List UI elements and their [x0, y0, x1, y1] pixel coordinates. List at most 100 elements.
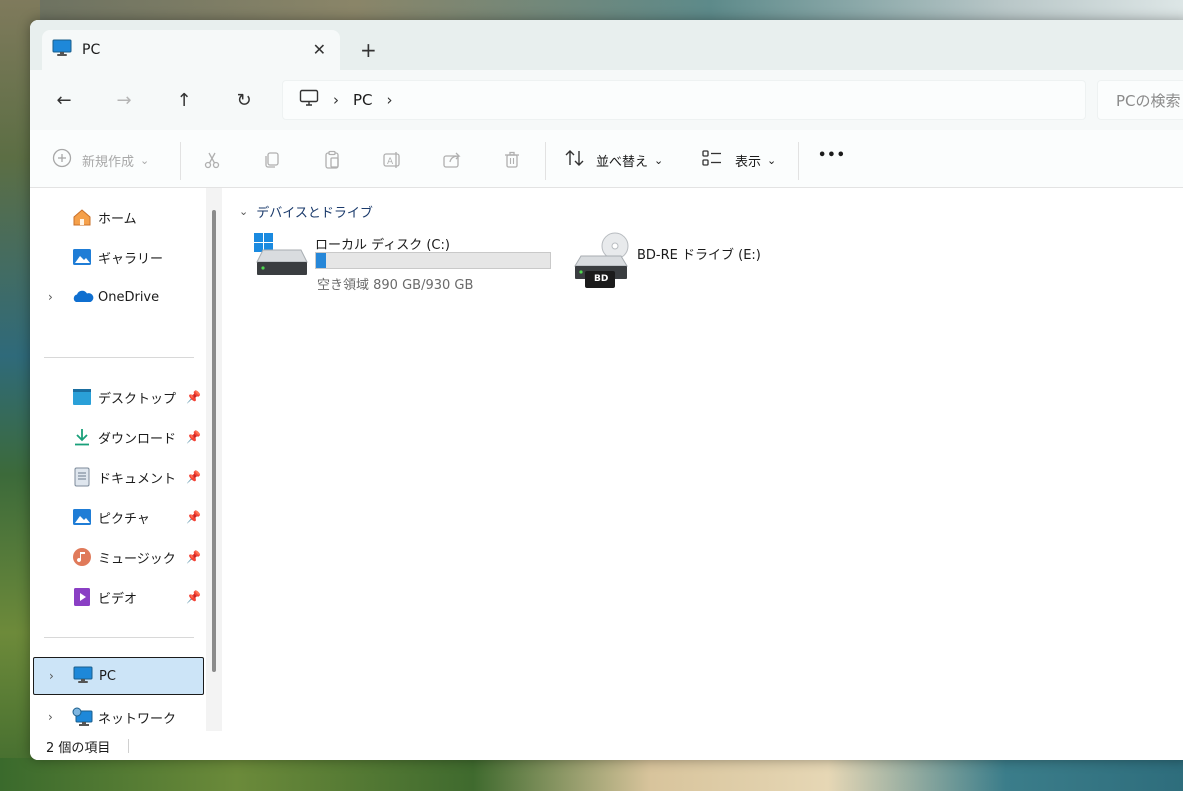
sidebar-item-label: OneDrive — [98, 289, 160, 305]
sidebar-item-label: ピクチャ — [98, 511, 150, 527]
file-explorer-window: PC ✕ + ← → ↑ ↻ › PC › PCの検索 新規作成 ⌄ A 並べ替… — [30, 20, 1183, 760]
toolbar-divider — [545, 142, 546, 180]
sidebar-item-label: PC — [99, 668, 116, 684]
svg-text:A: A — [387, 157, 394, 167]
pin-icon[interactable]: 📌 — [186, 390, 201, 404]
refresh-button[interactable]: ↻ — [232, 88, 256, 112]
paste-icon[interactable] — [321, 149, 343, 171]
view-button[interactable]: 表示 ⌄ — [701, 148, 776, 172]
sidebar-divider — [44, 357, 194, 358]
sidebar-divider — [44, 637, 194, 638]
chevron-down-icon: ⌄ — [767, 153, 777, 167]
sidebar-item-pc[interactable]: › PC — [33, 657, 204, 695]
drive-item-e[interactable]: BD BD-RE ドライブ (E:) — [571, 232, 821, 296]
pin-icon[interactable]: 📌 — [186, 590, 201, 604]
status-divider — [128, 739, 129, 753]
bd-drive-icon — [571, 232, 633, 296]
pin-icon[interactable]: 📌 — [186, 510, 201, 524]
sidebar-scroll-thumb[interactable] — [212, 210, 216, 672]
pin-icon[interactable]: 📌 — [186, 430, 201, 444]
breadcrumb-separator[interactable]: › — [387, 91, 393, 109]
sidebar-item-music[interactable]: ミュージック 📌 — [30, 540, 204, 574]
section-header-devices[interactable]: ⌄ デバイスとドライブ — [239, 202, 373, 221]
sidebar-item-gallery[interactable]: ギャラリー — [30, 240, 204, 274]
monitor-icon[interactable] — [299, 89, 319, 111]
local-disk-icon — [253, 232, 311, 286]
sort-label: 並べ替え — [596, 154, 649, 170]
toolbar-divider — [180, 142, 181, 180]
home-icon — [72, 207, 92, 227]
rename-icon[interactable]: A — [381, 149, 403, 171]
chevron-right-icon[interactable]: › — [48, 290, 53, 304]
chevron-right-icon[interactable]: › — [48, 710, 53, 724]
command-bar: 新規作成 ⌄ A 並べ替え ⌄ 表示 ⌄ ••• — [30, 130, 1183, 188]
drive-name: BD-RE ドライブ (E:) — [637, 248, 761, 263]
chevron-down-icon: ⌄ — [654, 153, 664, 167]
toolbar-divider — [798, 142, 799, 180]
sidebar-item-label: ドキュメント — [98, 471, 177, 487]
documents-icon — [72, 467, 92, 487]
sidebar-item-desktop[interactable]: デスクトップ 📌 — [30, 380, 204, 414]
pin-icon[interactable]: 📌 — [186, 550, 201, 564]
drive-name: ローカル ディスク (C:) — [315, 238, 450, 253]
sidebar-item-label: ネットワーク — [98, 711, 177, 727]
desktop-icon — [72, 387, 92, 407]
drive-free-space: 空き領域 890 GB/930 GB — [317, 278, 474, 293]
new-button[interactable]: 新規作成 ⌄ — [52, 148, 149, 172]
drive-item-c[interactable]: ローカル ディスク (C:) 空き領域 890 GB/930 GB — [253, 232, 563, 296]
pc-icon — [52, 39, 72, 61]
title-bar: PC ✕ + — [30, 20, 1183, 70]
sort-button[interactable]: 並べ替え ⌄ — [564, 148, 663, 172]
music-icon — [72, 547, 92, 567]
chevron-down-icon[interactable]: ⌄ — [239, 205, 248, 218]
navigation-pane: ホーム ギャラリー › OneDrive デスクトップ 📌 ダウンロード 📌 ド… — [30, 188, 222, 731]
new-label: 新規作成 — [82, 154, 135, 170]
tab-pc[interactable]: PC ✕ — [42, 30, 340, 70]
new-tab-button[interactable]: + — [360, 38, 377, 62]
item-count: 2 個の項目 — [46, 741, 111, 756]
chevron-right-icon[interactable]: › — [49, 669, 54, 683]
forward-button[interactable]: → — [112, 88, 136, 112]
bd-badge: BD — [594, 274, 609, 284]
search-input[interactable]: PCの検索 — [1097, 80, 1183, 120]
pin-icon[interactable]: 📌 — [186, 470, 201, 484]
delete-icon[interactable] — [501, 149, 523, 171]
onedrive-icon — [72, 287, 94, 307]
breadcrumb-separator[interactable]: › — [333, 91, 339, 109]
close-tab-icon[interactable]: ✕ — [313, 40, 326, 59]
address-bar[interactable]: › PC › — [282, 80, 1086, 120]
sidebar-item-home[interactable]: ホーム — [30, 200, 204, 234]
plus-circle-icon — [52, 148, 72, 172]
network-icon — [72, 707, 93, 727]
sidebar-item-label: ホーム — [98, 211, 137, 227]
view-label: 表示 — [735, 154, 762, 170]
sidebar-item-documents[interactable]: ドキュメント 📌 — [30, 460, 204, 494]
sidebar-item-label: ビデオ — [98, 591, 138, 607]
share-icon[interactable] — [441, 149, 463, 171]
sidebar-item-downloads[interactable]: ダウンロード 📌 — [30, 420, 204, 454]
drive-usage-bar — [315, 252, 551, 269]
sidebar-item-network[interactable]: › ネットワーク — [30, 700, 204, 734]
chevron-down-icon: ⌄ — [140, 153, 150, 167]
sort-arrows-icon — [564, 148, 586, 172]
pictures-icon — [72, 507, 92, 527]
back-button[interactable]: ← — [52, 88, 76, 112]
up-button[interactable]: ↑ — [172, 88, 196, 112]
sidebar-item-pictures[interactable]: ピクチャ 📌 — [30, 500, 204, 534]
breadcrumb-pc[interactable]: PC — [353, 91, 373, 109]
sidebar-item-label: ギャラリー — [98, 251, 164, 267]
download-icon — [72, 427, 92, 447]
sidebar-item-label: ミュージック — [98, 551, 176, 567]
copy-icon[interactable] — [261, 149, 283, 171]
navigation-bar: ← → ↑ ↻ › PC › PCの検索 — [30, 70, 1183, 130]
status-bar: 2 個の項目 — [30, 731, 1183, 760]
sidebar-item-videos[interactable]: ビデオ 📌 — [30, 580, 204, 614]
tab-title: PC — [82, 42, 101, 58]
sidebar-item-label: ダウンロード — [98, 431, 177, 447]
more-options-button[interactable]: ••• — [818, 148, 846, 163]
sidebar-item-label: デスクトップ — [98, 391, 177, 407]
sidebar-item-onedrive[interactable]: › OneDrive — [30, 280, 204, 314]
drive-usage-fill — [316, 253, 327, 268]
cut-icon[interactable] — [201, 149, 223, 171]
pc-icon — [73, 666, 93, 686]
